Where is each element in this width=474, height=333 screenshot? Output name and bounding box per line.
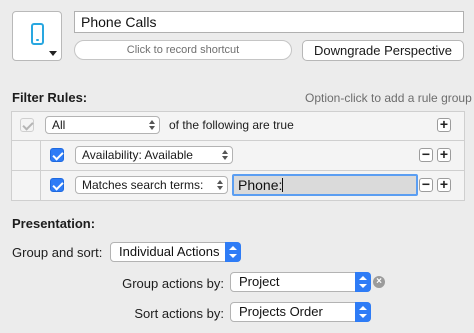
sort-by-label: Sort actions by: (134, 306, 224, 321)
rule-search-checkbox[interactable] (50, 178, 64, 192)
match-mode-popup[interactable]: All (45, 116, 160, 134)
group-sort-label: Group and sort: (12, 245, 103, 260)
rule-divider (11, 170, 465, 171)
group-by-value: Project (239, 274, 280, 289)
root-rule-checkbox[interactable] (20, 118, 34, 132)
downgrade-perspective-button[interactable]: Downgrade Perspective (302, 40, 464, 61)
rule-search-value: Matches search terms: (82, 178, 204, 192)
group-sort-popup[interactable]: Individual Actions (110, 242, 241, 262)
up-down-arrows-icon (225, 242, 241, 262)
match-mode-value: All (52, 118, 66, 132)
rule-search-popup[interactable]: Matches search terms: (75, 176, 228, 194)
search-terms-value: Phone: (238, 177, 283, 193)
up-down-arrows-icon (217, 180, 224, 190)
rule-availability-popup[interactable]: Availability: Available (75, 146, 233, 164)
remove-rule-button[interactable]: − (419, 147, 433, 162)
perspective-icon-well[interactable] (12, 11, 62, 61)
add-rule-button[interactable]: + (437, 117, 451, 132)
add-rule-button[interactable]: + (437, 147, 451, 162)
group-sort-value: Individual Actions (119, 244, 220, 259)
chevron-down-icon (49, 51, 57, 56)
up-down-arrows-icon (355, 272, 371, 292)
add-rule-button[interactable]: + (437, 177, 451, 192)
filter-rules-heading: Filter Rules: (12, 90, 88, 105)
match-mode-suffix: of the following are true (169, 118, 294, 132)
perspective-title-field[interactable]: Phone Calls (74, 11, 464, 33)
group-by-label: Group actions by: (122, 276, 224, 291)
up-down-arrows-icon (355, 302, 371, 322)
record-shortcut-button[interactable]: Click to record shortcut (74, 40, 292, 60)
filter-rules-hint: Option-click to add a rule group (305, 91, 472, 105)
text-cursor (282, 178, 284, 192)
up-down-arrows-icon (149, 120, 156, 130)
sort-by-popup[interactable]: Projects Order (230, 302, 371, 322)
presentation-heading: Presentation: (12, 216, 96, 231)
search-terms-input[interactable]: Phone: (232, 174, 418, 196)
group-by-popup[interactable]: Project (230, 272, 371, 292)
rule-availability-checkbox[interactable] (50, 148, 64, 162)
rule-availability-value: Availability: Available (82, 148, 193, 162)
clear-icon[interactable]: × (373, 276, 385, 288)
sort-by-value: Projects Order (239, 304, 323, 319)
phone-icon (31, 23, 44, 45)
rule-divider (11, 140, 465, 141)
rule-indent-line (40, 140, 41, 201)
up-down-arrows-icon (222, 150, 229, 160)
remove-rule-button[interactable]: − (419, 177, 433, 192)
